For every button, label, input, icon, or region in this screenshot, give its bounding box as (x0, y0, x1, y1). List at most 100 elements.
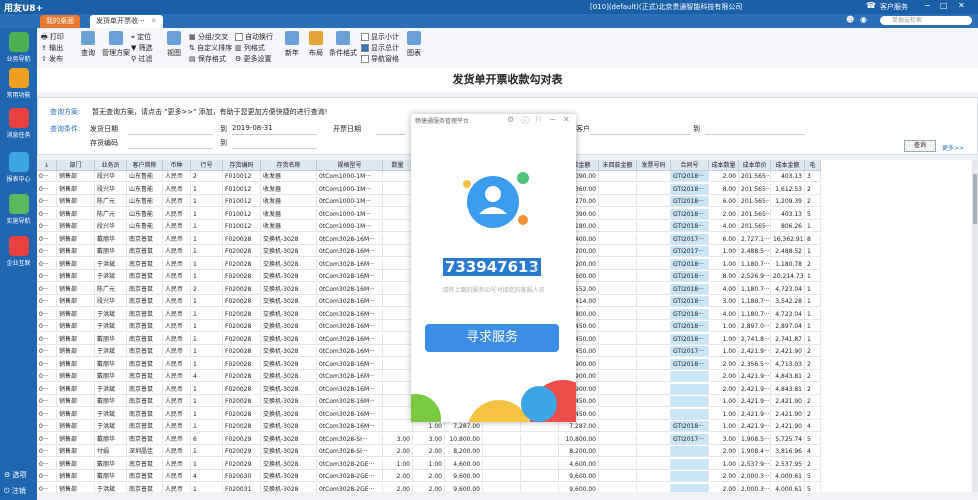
table-cell: GTI2018··· (671, 221, 709, 232)
ship-date-to-field[interactable]: 2019-08-31 (232, 124, 273, 132)
table-cell: 南京普鼠 (127, 321, 163, 332)
options-button[interactable]: ⚙ 选项 (4, 470, 27, 480)
view-button[interactable]: 视图 (163, 31, 185, 58)
minimize-icon[interactable]: − (924, 1, 931, 10)
new-year-button[interactable]: 新年 (281, 31, 303, 58)
sidebar-item-business-nav[interactable]: 业务导航 (0, 32, 37, 63)
table-cell: 人民币 (163, 233, 191, 245)
column-header[interactable]: 成本金额 (771, 160, 805, 171)
custom-sort-button[interactable]: ⇅ 自定义排序 (189, 43, 232, 53)
sidebar-item-reports[interactable]: 报表中心 (0, 152, 37, 183)
table-cell: 403.13 (771, 208, 805, 220)
filter2-button[interactable]: ⚲ 过滤 (131, 54, 152, 64)
query-submit-button[interactable]: 查询 (904, 140, 936, 152)
column-header[interactable]: ↓ (37, 160, 57, 171)
table-cell (521, 471, 559, 482)
bell-icon[interactable]: ◉ (860, 15, 867, 24)
table-cell: 0··· (37, 171, 57, 182)
table-cell: 1 (805, 271, 821, 282)
table-cell: 人民币 (163, 358, 191, 370)
table-cell (383, 333, 413, 345)
stock-code-to-field[interactable] (232, 148, 317, 149)
user-icon[interactable]: ☻ (846, 15, 854, 24)
column-header[interactable]: 合同号 (671, 160, 709, 171)
column-header[interactable]: 存货名称 (261, 160, 317, 171)
table-cell: 2,421.90 (771, 408, 805, 420)
column-header[interactable]: 数量 (383, 160, 413, 171)
column-header[interactable]: 毛 (805, 160, 821, 171)
table-cell: 0tCom3028-2GE··· (317, 483, 383, 492)
filter-button[interactable]: ▼ 筛选 (131, 43, 153, 53)
cloud-search-input[interactable]: 单据云检索 (880, 16, 972, 25)
table-cell: 0tCom3028-16M··· (317, 408, 383, 420)
vertical-scrollbar[interactable] (972, 160, 978, 492)
sidebar-item-enterprise[interactable]: 企业互联 (0, 236, 37, 267)
customer-from-field[interactable] (590, 134, 690, 135)
column-header[interactable]: 业务员 (95, 160, 127, 171)
column-header[interactable]: 发票号码 (637, 160, 671, 171)
table-cell: 1 (191, 183, 223, 195)
table-cell: 人民币 (163, 171, 191, 182)
tab-bar: 我的桌面 发货单开票收··· ✕ ☻ ◉ 单据云检索 (0, 14, 978, 28)
copy-link[interactable]: 复制 (526, 264, 538, 273)
export-button[interactable]: ⇪ 输出 (41, 43, 63, 53)
stock-code-from-field[interactable] (128, 148, 213, 149)
more-settings-button[interactable]: ⚙ 更多设置 (235, 54, 272, 64)
table-cell: 4,723.04 (771, 283, 805, 295)
column-header[interactable]: 部门 (57, 160, 95, 171)
table-cell: 段兴华 (95, 221, 127, 232)
ship-date-from-field[interactable] (128, 134, 213, 135)
tab-report[interactable]: 发货单开票收··· ✕ (90, 15, 163, 28)
customer-service-button[interactable]: 客户服务 (880, 2, 908, 12)
table-cell: 0··· (37, 446, 57, 457)
table-cell: 4 (191, 371, 223, 382)
sidebar-item-messages[interactable]: 消息任务 (0, 108, 37, 139)
scheme-button[interactable]: 管理方案 (101, 31, 131, 58)
table-cell: 收发器 (261, 208, 317, 220)
table-cell: 2,537.95 (771, 458, 805, 470)
logout-button[interactable]: ⏻ 注销 (4, 486, 26, 496)
close-icon[interactable]: ✕ (958, 1, 965, 10)
more-link[interactable]: 更多>> (942, 143, 964, 152)
sidebar-item-common[interactable]: 常用功能 (0, 68, 37, 99)
chart-button[interactable]: 图表 (403, 31, 425, 58)
table-cell (599, 308, 637, 320)
invoice-date-field[interactable] (376, 134, 406, 135)
customer-to-field[interactable] (705, 134, 805, 135)
show-subtotal-checkbox[interactable]: 显示小计 (361, 32, 399, 42)
column-header[interactable]: 规格型号 (317, 160, 383, 171)
column-format-button[interactable]: ▥ 列格式 (235, 43, 265, 53)
nav-window-checkbox[interactable]: 导航窗格 (361, 54, 399, 64)
column-header[interactable]: 成本数量 (709, 160, 739, 171)
maximize-icon[interactable]: □ (940, 1, 948, 10)
table-cell: 1.00 (709, 421, 739, 432)
cond-format-button[interactable]: 条件格式 (329, 31, 357, 58)
table-cell: 0··· (37, 258, 57, 270)
table-cell: GTI2018··· (671, 258, 709, 270)
table-cell (383, 358, 413, 370)
table-cell: 2,421.90 (771, 421, 805, 432)
sidebar-item-implementation[interactable]: 实施导航 (0, 194, 37, 225)
decor-dot (517, 172, 529, 184)
tab-desktop[interactable]: 我的桌面 (40, 15, 80, 28)
seek-service-button[interactable]: 寻求服务 (425, 324, 559, 352)
locate-button[interactable]: ⌖ 定位 (131, 32, 151, 42)
table-cell: 4.00 (709, 308, 739, 320)
column-header[interactable]: 行号 (191, 160, 223, 171)
query-button[interactable]: 查询 (77, 31, 99, 58)
publish-button[interactable]: ⇧ 发布 (41, 54, 63, 64)
scroll-thumb[interactable] (973, 174, 977, 224)
column-header[interactable]: 成本单价 (739, 160, 771, 171)
group-button[interactable]: ▦ 分组/交叉 (189, 32, 228, 42)
table-cell: 于洪斌 (95, 308, 127, 320)
save-format-button[interactable]: ▤ 保存格式 (189, 54, 226, 64)
show-total-checkbox[interactable]: 显示总计 (361, 43, 399, 53)
column-header[interactable]: 存货编码 (223, 160, 261, 171)
layout-button[interactable]: 布局 (305, 31, 327, 58)
column-header[interactable]: 未回款金额 (599, 160, 637, 171)
auto-wrap-checkbox[interactable]: 自动换行 (235, 32, 273, 42)
column-header[interactable]: 客户简称 (127, 160, 163, 171)
headset-icon[interactable]: ☎ (866, 1, 876, 10)
close-tab-icon[interactable]: ✕ (151, 17, 157, 25)
column-header[interactable]: 币种 (163, 160, 191, 171)
